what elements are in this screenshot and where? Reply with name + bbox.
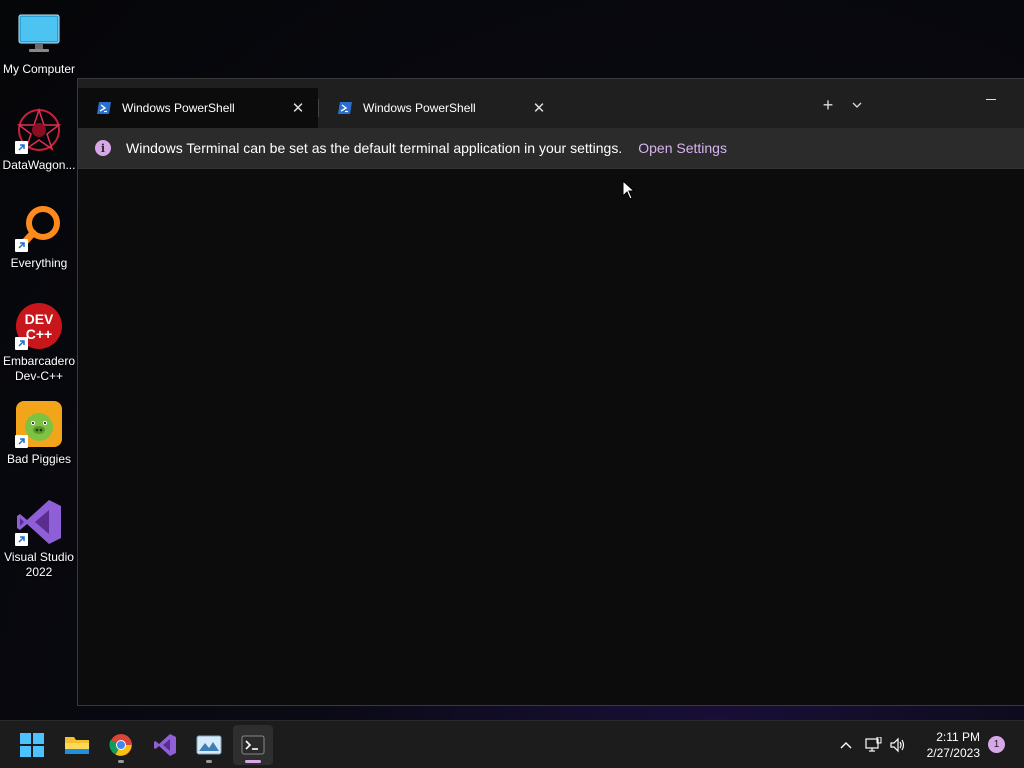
chrome-button[interactable]	[101, 725, 141, 765]
desktop-icon-label: My Computer	[2, 62, 76, 76]
network-button[interactable]	[863, 735, 883, 755]
devcpp-icon: DEV C++	[15, 302, 63, 350]
bad-piggies-icon	[15, 400, 63, 448]
tab-powershell-1[interactable]: Windows PowerShell ✕	[78, 88, 318, 128]
tab-title: Windows PowerShell	[363, 101, 476, 115]
title-bar[interactable]: Windows PowerShell ✕ Windows PowerShell …	[78, 79, 1024, 128]
terminal-content[interactable]	[78, 169, 1024, 705]
terminal-window: Windows PowerShell ✕ Windows PowerShell …	[77, 78, 1024, 706]
visual-studio-icon	[154, 734, 176, 756]
active-indicator	[245, 760, 261, 763]
image-viewer-button[interactable]	[189, 725, 229, 765]
svg-text:DEV: DEV	[25, 311, 54, 327]
visual-studio-button[interactable]	[145, 725, 185, 765]
desktop-icon-label: Visual Studio 2022	[4, 550, 74, 579]
desktop-icon-label: Embarcadero Dev-C++	[2, 354, 76, 383]
terminal-icon	[241, 735, 265, 755]
powershell-icon	[338, 102, 352, 114]
start-button[interactable]	[12, 725, 52, 765]
volume-button[interactable]	[888, 735, 908, 755]
running-indicator	[206, 760, 212, 763]
desktop-icon-label: DataWagon...	[2, 158, 76, 172]
file-explorer-button[interactable]	[57, 725, 97, 765]
chevron-down-icon	[852, 102, 862, 108]
desktop-icon-label: Bad Piggies	[6, 452, 72, 466]
info-icon: i	[95, 140, 111, 156]
powershell-icon	[97, 102, 111, 114]
datawagon-icon	[15, 106, 63, 154]
desktop-icon-devcpp[interactable]: DEV C++ Embarcadero Dev-C++	[0, 302, 78, 384]
shortcut-arrow-icon	[15, 141, 28, 154]
notification-badge[interactable]: 1	[988, 736, 1005, 753]
start-icon	[20, 733, 44, 757]
terminal-button[interactable]	[233, 725, 273, 765]
svg-text:C++: C++	[26, 326, 52, 342]
close-tab-button[interactable]: ✕	[290, 100, 306, 117]
tab-powershell-2[interactable]: Windows PowerShell ✕	[319, 88, 559, 128]
chrome-icon	[109, 734, 132, 756]
desktop-icon-my-computer[interactable]: My Computer	[0, 10, 78, 77]
magnifier-icon	[15, 204, 63, 252]
tab-dropdown-button[interactable]	[846, 95, 868, 115]
desktop-icon-bad-piggies[interactable]: Bad Piggies	[0, 400, 78, 467]
desktop-icon-everything[interactable]: Everything	[0, 204, 78, 271]
chevron-up-icon	[840, 742, 852, 749]
clock[interactable]: 2:11 PM 2/27/2023	[916, 729, 980, 761]
show-hidden-icons-button[interactable]	[836, 735, 856, 755]
info-message: Windows Terminal can be set as the defau…	[126, 140, 623, 156]
desktop-icon-datawagon[interactable]: DataWagon...	[0, 106, 78, 173]
file-explorer-icon	[65, 737, 89, 754]
open-settings-link[interactable]: Open Settings	[638, 140, 727, 156]
speaker-icon	[890, 737, 905, 753]
minimize-button[interactable]	[978, 91, 1004, 107]
close-tab-button[interactable]: ✕	[531, 100, 547, 117]
desktop-icon-visual-studio[interactable]: Visual Studio 2022	[0, 498, 78, 580]
minimize-icon	[986, 98, 996, 100]
clock-date: 2/27/2023	[926, 746, 980, 760]
taskbar: 2:11 PM 2/27/2023 1	[0, 720, 1024, 768]
shortcut-arrow-icon	[15, 435, 28, 448]
tab-title: Windows PowerShell	[122, 101, 235, 115]
shortcut-arrow-icon	[15, 239, 28, 252]
shortcut-arrow-icon	[15, 533, 28, 546]
shortcut-arrow-icon	[15, 337, 28, 350]
network-icon	[865, 737, 882, 752]
visual-studio-icon	[15, 498, 63, 546]
new-tab-button[interactable]: +	[816, 95, 840, 115]
info-bar: i Windows Terminal can be set as the def…	[78, 128, 1024, 169]
running-indicator	[118, 760, 124, 763]
image-viewer-icon	[196, 735, 222, 755]
mouse-cursor-icon	[622, 180, 636, 200]
monitor-icon	[15, 10, 63, 58]
desktop-icon-label: Everything	[10, 256, 68, 270]
clock-time: 2:11 PM	[936, 730, 980, 744]
